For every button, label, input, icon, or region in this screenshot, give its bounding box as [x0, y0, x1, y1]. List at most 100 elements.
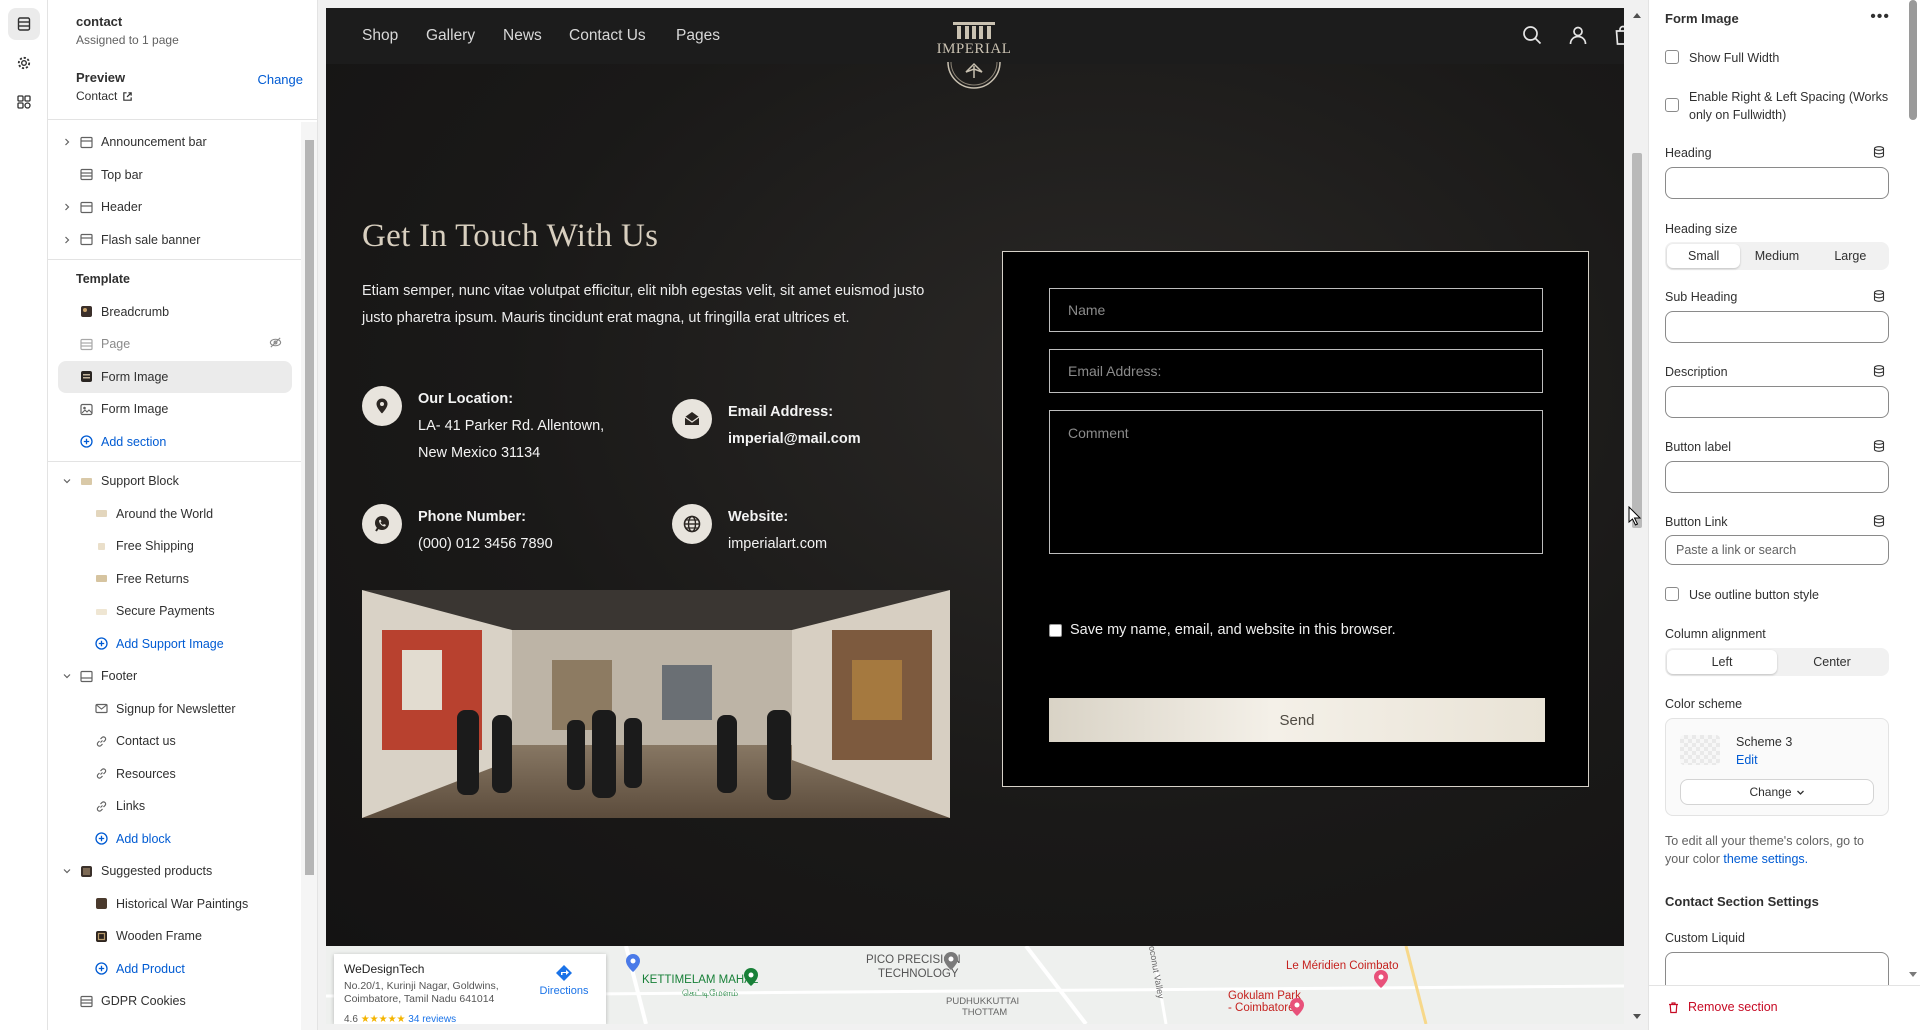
tree-item-around-the-world[interactable]: Around the World [48, 498, 302, 531]
nav-pages[interactable]: Pages [676, 27, 720, 45]
save-info-checkbox-row[interactable]: Save my name, email, and website in this… [1049, 622, 1396, 638]
send-button[interactable]: Send [1049, 698, 1545, 742]
chevron-right-icon[interactable] [62, 235, 72, 245]
tree-item-secure-payments[interactable]: Secure Payments [48, 595, 302, 628]
comment-textarea[interactable]: Comment [1049, 410, 1543, 554]
reviews-link[interactable]: 34 reviews [408, 1014, 456, 1024]
nav-shop[interactable]: Shop [362, 27, 398, 45]
map-pin-icon[interactable] [944, 952, 958, 973]
tree-item-resources[interactable]: Resources [48, 758, 302, 791]
add-support-image-button[interactable]: Add Support Image [48, 628, 302, 661]
apps-icon[interactable] [8, 86, 40, 118]
chevron-right-icon[interactable] [62, 137, 72, 147]
outline-button-checkbox[interactable]: Use outline button style [1665, 586, 1819, 604]
custom-liquid-label: Custom Liquid [1665, 931, 1745, 945]
chevron-down-icon[interactable] [62, 476, 72, 486]
tree-item-form-image-selected[interactable]: Form Image [58, 360, 292, 393]
add-section-button[interactable]: Add section [48, 426, 302, 459]
directions-button[interactable]: Directions [536, 964, 592, 997]
tree-item-wooden-frame[interactable]: Wooden Frame [48, 920, 302, 953]
scroll-up-arrow-icon[interactable] [1632, 11, 1642, 19]
dynamic-source-icon[interactable] [1873, 365, 1885, 377]
button-link-input[interactable]: Paste a link or search [1665, 535, 1889, 565]
email-value[interactable]: imperial@mail.com [728, 426, 861, 453]
website-value[interactable]: imperialart.com [728, 531, 827, 558]
left-scrollbar-thumb[interactable] [305, 140, 314, 875]
tree-item-free-shipping[interactable]: Free Shipping [48, 530, 302, 563]
checkbox-box[interactable] [1665, 587, 1679, 601]
dynamic-source-icon[interactable] [1873, 515, 1885, 527]
dynamic-source-icon[interactable] [1873, 290, 1885, 302]
heading-size-medium[interactable]: Medium [1740, 244, 1813, 268]
tree-item-footer[interactable]: Footer [48, 660, 302, 693]
eye-off-icon[interactable] [269, 336, 282, 352]
theme-colors-note: To edit all your theme's colors, go to y… [1665, 832, 1885, 868]
remove-section-button[interactable]: Remove section [1667, 1000, 1778, 1014]
cart-icon[interactable] [1612, 24, 1624, 48]
tree-item-breadcrumb[interactable]: Breadcrumb [48, 296, 302, 329]
name-input[interactable]: Name [1049, 288, 1543, 332]
chevron-down-icon[interactable] [62, 866, 72, 876]
tree-item-support-block[interactable]: Support Block [48, 465, 302, 498]
settings-scrollbar[interactable] [1906, 0, 1920, 985]
email-input[interactable]: Email Address: [1049, 349, 1543, 393]
tree-item-announcement-bar[interactable]: Announcement bar [48, 126, 302, 159]
tree-item-signup-newsletter[interactable]: Signup for Newsletter [48, 693, 302, 726]
show-full-width-checkbox[interactable]: Show Full Width [1665, 49, 1779, 67]
search-icon[interactable] [1521, 24, 1545, 48]
tree-item-page[interactable]: Page [48, 328, 302, 361]
tree-item-flash-sale-banner[interactable]: Flash sale banner [48, 224, 302, 257]
tree-item-gdpr-cookies[interactable]: GDPR Cookies [48, 985, 302, 1018]
left-scrollbar[interactable] [301, 122, 317, 1030]
heading-input[interactable] [1665, 167, 1889, 199]
tree-item-links[interactable]: Links [48, 790, 302, 823]
tree-item-form-image[interactable]: Form Image [48, 393, 302, 426]
save-info-checkbox[interactable] [1049, 623, 1062, 637]
nav-gallery[interactable]: Gallery [426, 27, 475, 45]
add-block-button[interactable]: Add block [48, 823, 302, 856]
nav-news[interactable]: News [503, 27, 542, 45]
description-input[interactable] [1665, 386, 1889, 418]
change-preview-button[interactable]: Change [257, 72, 303, 87]
more-options-icon[interactable]: ••• [1870, 8, 1890, 26]
spacing-checkbox[interactable]: Enable Right & Left Spacing (Works only … [1665, 88, 1890, 124]
alignment-center[interactable]: Center [1777, 650, 1887, 674]
map-pin-icon[interactable] [744, 968, 758, 989]
scheme-edit-link[interactable]: Edit [1736, 753, 1758, 767]
add-product-button[interactable]: Add Product [48, 953, 302, 986]
map-pin-icon[interactable] [1374, 970, 1388, 991]
scroll-down-arrow-icon[interactable] [1632, 1013, 1642, 1021]
checkbox-box[interactable] [1665, 50, 1679, 64]
tree-item-header[interactable]: Header [48, 191, 302, 224]
dynamic-source-icon[interactable] [1873, 440, 1885, 452]
sections-icon[interactable] [8, 8, 40, 40]
heading-size-small[interactable]: Small [1667, 244, 1741, 268]
site-logo[interactable]: IMPERIAL [931, 14, 1017, 110]
button-label-input[interactable] [1665, 461, 1889, 493]
heading-size-large[interactable]: Large [1814, 244, 1887, 268]
chevron-down-icon[interactable] [62, 671, 72, 681]
tree-item-free-returns[interactable]: Free Returns [48, 563, 302, 596]
map-pin-icon[interactable] [1290, 998, 1304, 1019]
tree-item-contact-us[interactable]: Contact us [48, 725, 302, 758]
alignment-left[interactable]: Left [1667, 650, 1777, 674]
scheme-change-button[interactable]: Change [1680, 779, 1874, 805]
settings-scrollbar-thumb[interactable] [1909, 0, 1917, 120]
map-embed[interactable]: KETTIMELAM MAHAL கெட்டிமேளம் PICO PRECIS… [326, 946, 1624, 1024]
canvas-scrollbar-thumb[interactable] [1632, 153, 1642, 528]
phone-value[interactable]: (000) 012 3456 7890 [418, 531, 553, 558]
map-pin-icon[interactable] [626, 954, 640, 975]
sub-heading-input[interactable] [1665, 311, 1889, 343]
nav-contact-us[interactable]: Contact Us [569, 27, 646, 45]
checkbox-box[interactable] [1665, 98, 1679, 112]
tree-item-suggested-products[interactable]: Suggested products [48, 855, 302, 888]
tree-item-historical-war-paintings[interactable]: Historical War Paintings [48, 888, 302, 921]
chevron-right-icon[interactable] [62, 202, 72, 212]
scroll-down-arrow-icon[interactable] [1909, 972, 1917, 978]
tree-item-top-bar[interactable]: Top bar [48, 159, 302, 192]
gear-icon[interactable] [8, 47, 40, 79]
preview-value[interactable]: Contact [76, 89, 301, 103]
account-icon[interactable] [1567, 24, 1591, 48]
dynamic-source-icon[interactable] [1873, 146, 1885, 158]
theme-settings-link[interactable]: theme settings. [1723, 852, 1808, 866]
